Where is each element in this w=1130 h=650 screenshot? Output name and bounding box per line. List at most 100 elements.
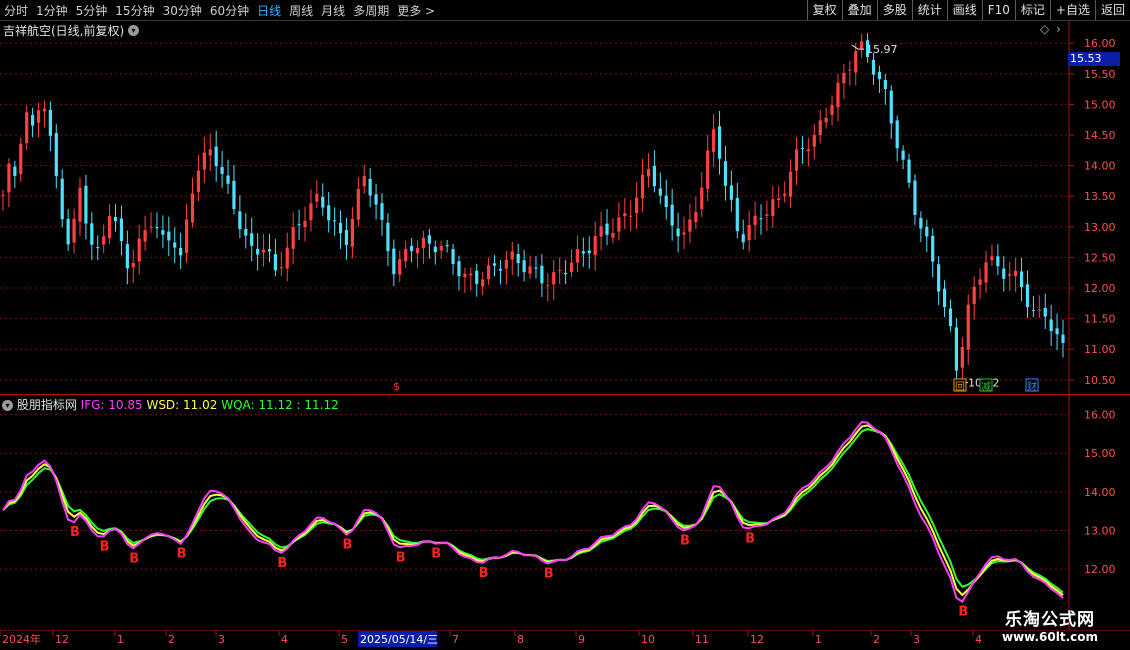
candle-body: [605, 223, 609, 235]
period-tab[interactable]: 30分钟: [159, 2, 206, 19]
candle-body: [854, 51, 858, 73]
indicator-dropdown-icon[interactable]: ▾: [2, 400, 13, 411]
candle-body: [492, 263, 497, 266]
candle-body: [1008, 274, 1012, 276]
period-tab[interactable]: 60分钟: [206, 2, 253, 19]
y-tick-label: 11.00: [1084, 343, 1116, 356]
candle-body: [54, 132, 58, 177]
candle-body: [575, 249, 580, 263]
candle-body: [688, 219, 692, 232]
candle-body: [208, 149, 212, 156]
stock-title: 吉祥航空(日线,前复权): [3, 24, 125, 38]
y-tick-label: 11.50: [1084, 313, 1116, 326]
toolbar-button[interactable]: 叠加: [841, 0, 877, 20]
candle-body: [895, 120, 899, 149]
period-tab[interactable]: 15分钟: [111, 2, 158, 19]
title-dropdown-icon[interactable]: ▾: [128, 23, 139, 37]
toggle-arrow-icon[interactable]: ›: [1056, 22, 1061, 36]
candle-body: [113, 216, 118, 222]
candle-body: [836, 82, 840, 108]
candle-body: [333, 220, 337, 222]
y-tick-label: 16.00: [1084, 409, 1116, 422]
toolbar-button[interactable]: 多股: [876, 0, 912, 20]
y-tick-label: 12.00: [1084, 282, 1116, 295]
candle-body: [1019, 271, 1024, 288]
candle-body: [788, 171, 793, 197]
buy-signal: B: [958, 605, 968, 620]
candle-body: [469, 273, 473, 276]
candle-body: [1043, 308, 1047, 317]
candle-body: [261, 249, 266, 253]
candle-body: [569, 262, 574, 272]
toolbar-button[interactable]: 标记: [1014, 0, 1050, 20]
buy-signal: B: [479, 566, 489, 581]
candle-body: [1049, 319, 1053, 331]
candle-body: [36, 110, 41, 123]
y-tick-label: 14.00: [1084, 486, 1116, 499]
buy-signal: B: [431, 547, 441, 562]
candle-body: [848, 69, 852, 71]
toolbar-button[interactable]: 复权: [806, 0, 842, 20]
candle-body: [984, 262, 988, 283]
diamond-icon[interactable]: ◇: [1040, 22, 1049, 36]
candle-body: [368, 178, 372, 196]
period-tab[interactable]: 月线: [317, 2, 349, 19]
y-tick-label: 14.00: [1084, 160, 1116, 173]
period-tab[interactable]: 1分钟: [32, 2, 72, 19]
candle-body: [386, 222, 390, 252]
candle-body: [137, 238, 141, 262]
watermark-title: 乐淘公式网: [1005, 610, 1095, 630]
buy-signal: B: [177, 547, 187, 562]
candle-body: [184, 219, 189, 253]
indicator-chart[interactable]: 16.00 15.00 14.00 13.00 12.00 B B B B B B B B B B B B B: [0, 395, 1130, 630]
buy-signal: B: [745, 531, 755, 546]
candle-body: [238, 211, 242, 230]
candle-body: [723, 161, 728, 186]
candle-body: [374, 194, 378, 205]
candle-body: [327, 205, 331, 221]
candle-body: [877, 71, 882, 80]
candle-body: [996, 256, 1000, 267]
candle-body: [765, 214, 769, 216]
candle-body: [433, 246, 437, 253]
candle-body: [344, 230, 349, 245]
x-tick-label: 2: [168, 633, 175, 646]
candle-body: [303, 220, 307, 227]
candle-body: [907, 159, 911, 183]
toolbar-button[interactable]: 画线: [946, 0, 982, 20]
candle-body: [581, 251, 585, 254]
candle-body: [747, 225, 751, 241]
period-tab[interactable]: 多周期: [349, 2, 393, 19]
candle-body: [1, 194, 5, 196]
candle-body: [948, 308, 953, 327]
period-tab[interactable]: 日线: [253, 2, 285, 19]
period-tab[interactable]: 更多 >: [393, 2, 439, 19]
buy-signal: B: [396, 550, 406, 565]
candle-body: [356, 188, 360, 220]
buy-signal: B: [129, 551, 139, 566]
candle-body: [842, 72, 846, 84]
candlestick-chart[interactable]: 16.00 15.50 15.00 14.50 14.00 13.50 13.00 12.50…: [0, 21, 1130, 394]
candle-body: [729, 185, 733, 200]
candle-body: [90, 223, 94, 245]
toolbar-button[interactable]: 统计: [911, 0, 947, 20]
event-badge: 财: [1027, 380, 1037, 393]
candle-body: [510, 251, 514, 260]
candle-body: [717, 126, 722, 159]
buy-signal: B: [680, 533, 690, 548]
candle-body: [966, 304, 970, 350]
candle-body: [635, 197, 639, 214]
candle-body: [173, 242, 177, 248]
x-tick-label: 11: [695, 633, 709, 646]
candle-body: [522, 260, 526, 273]
candle-body: [919, 218, 923, 229]
candle-body: [315, 193, 319, 202]
period-tab[interactable]: 分时: [0, 2, 32, 19]
period-tab[interactable]: 5分钟: [72, 2, 112, 19]
toolbar-button[interactable]: F10: [981, 0, 1015, 20]
toolbar-button[interactable]: +自选: [1049, 0, 1095, 20]
candle-body: [350, 218, 354, 247]
candle-body: [824, 117, 828, 123]
period-tab[interactable]: 周线: [285, 2, 317, 19]
toolbar-button[interactable]: 返回: [1094, 0, 1130, 20]
